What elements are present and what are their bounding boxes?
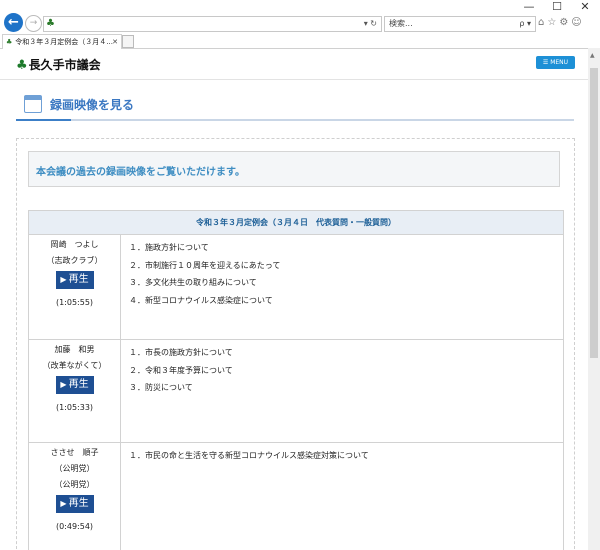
topic-item: １．市長の施政方針について — [129, 348, 233, 357]
topic-item: ３．多文化共生の取り組みについて — [129, 278, 257, 287]
video-duration: (1:05:55) — [55, 298, 94, 307]
content-box: 本会議の過去の録画映像をご覧いただけます。 令和３年３月定例会（３月４日 代表質… — [16, 138, 575, 550]
scrollbar-thumb[interactable] — [590, 68, 598, 358]
forward-arrow-icon: → — [29, 18, 38, 28]
new-tab-button[interactable] — [122, 35, 134, 48]
topic-item: ３．防災について — [129, 383, 193, 392]
play-label: 再生 — [68, 274, 89, 285]
browser-tab[interactable]: ♣ 令和３年３月定例会（３月４... ✕ — [2, 34, 122, 49]
video-duration: (1:05:33) — [55, 403, 94, 412]
topics-cell: １．市長の施政方針について ２．令和３年度予算について ３．防災について — [129, 344, 559, 397]
speaker-cell: 加藤 和男 （改革ながくて） ▶ 再生 (1:05:33) — [29, 340, 121, 442]
city-emblem-icon: ♣ — [16, 58, 28, 73]
video-table: 令和３年３月定例会（３月４日 代表質問・一般質問） 岡崎 つよし （志政クラブ）… — [28, 210, 564, 550]
navigation-bar: ← → ♣ ▾ ↻ 検索... ρ ▾ ⌂☆⚙☺ — [0, 12, 600, 34]
table-row: 加藤 和男 （改革ながくて） ▶ 再生 (1:05:33) １．市長の施政方針につ… — [28, 340, 564, 443]
tab-close-icon[interactable]: ✕ — [112, 35, 118, 49]
tab-bar: ♣ 令和３年３月定例会（３月４... ✕ — [0, 34, 600, 49]
topics-cell: １．市民の命と生活を守る新型コロナウイルス感染症対策について — [129, 447, 559, 465]
calendar-icon — [24, 95, 42, 113]
scroll-up-icon[interactable]: ▲ — [590, 52, 595, 59]
speaker-group: （公明党） — [54, 480, 95, 489]
search-icon[interactable]: ρ ▾ — [519, 17, 531, 31]
site-logo[interactable]: ♣長久手市議会 — [16, 56, 101, 73]
video-duration: (0:49:54) — [55, 522, 94, 531]
title-underline-accent — [16, 119, 71, 121]
toolbar-icons[interactable]: ⌂☆⚙☺ — [538, 16, 585, 30]
vertical-scrollbar[interactable]: ▲ — [588, 48, 600, 550]
speaker-name: 岡崎 つよし — [50, 240, 99, 249]
speaker-group: （改革ながくて） — [42, 361, 107, 370]
search-placeholder: 検索... — [389, 19, 413, 28]
speaker-name: ささせ 順子 — [50, 448, 99, 457]
play-button[interactable]: ▶ 再生 — [55, 376, 94, 394]
play-label: 再生 — [68, 379, 89, 390]
table-row: ささせ 順子 （公明党） （公明党） ▶ 再生 (0:49:54) １．市民の命と… — [28, 443, 564, 550]
topics-cell: １．施政方針について ２．市制施行１０周年を迎えるにあたって ３．多文化共生の取… — [129, 239, 559, 309]
table-header: 令和３年３月定例会（３月４日 代表質問・一般質問） — [28, 210, 564, 235]
play-button[interactable]: ▶ 再生 — [55, 495, 94, 513]
play-button[interactable]: ▶ 再生 — [55, 271, 94, 289]
topic-item: ２．令和３年度予算について — [129, 365, 233, 375]
speaker-group: （志政クラブ） — [46, 256, 103, 265]
tab-favicon-icon: ♣ — [6, 38, 13, 46]
speaker-cell: ささせ 順子 （公明党） （公明党） ▶ 再生 (0:49:54) — [29, 443, 121, 550]
site-header: ♣長久手市議会 ☰ MENU — [0, 49, 588, 80]
page-title: 録画映像を見る — [50, 98, 135, 112]
page-title-bar: 録画映像を見る — [16, 91, 574, 121]
address-controls[interactable]: ▾ ↻ — [364, 17, 377, 31]
topic-item: ４．新型コロナウイルス感染症について — [129, 295, 273, 305]
intro-panel: 本会議の過去の録画映像をご覧いただけます。 — [28, 151, 560, 187]
topic-item: ２．市制施行１０周年を迎えるにあたって — [129, 260, 281, 270]
play-label: 再生 — [68, 498, 89, 509]
address-bar[interactable]: ♣ ▾ ↻ — [43, 16, 382, 32]
tab-title: 令和３年３月定例会（３月４... — [15, 38, 113, 46]
site-favicon-icon: ♣ — [46, 18, 55, 29]
table-row: 岡崎 つよし （志政クラブ） ▶ 再生 (1:05:55) １．施政方針について … — [28, 235, 564, 340]
play-icon: ▶ — [60, 380, 67, 389]
page-content: ♣長久手市議会 ☰ MENU 録画映像を見る 本会議の過去の録画映像をご覧いただ… — [0, 49, 588, 550]
intro-text: 本会議の過去の録画映像をご覧いただけます。 — [36, 167, 245, 178]
play-icon: ▶ — [60, 499, 67, 508]
play-icon: ▶ — [60, 275, 67, 284]
speaker-group: （公明党） — [54, 464, 95, 473]
topic-item: １．施政方針について — [129, 243, 209, 252]
site-logo-text: 長久手市議会 — [28, 58, 101, 72]
speaker-cell: 岡崎 つよし （志政クラブ） ▶ 再生 (1:05:55) — [29, 235, 121, 339]
forward-button[interactable]: → — [25, 15, 42, 32]
menu-button[interactable]: ☰ MENU — [536, 56, 575, 69]
back-arrow-icon: ← — [8, 15, 19, 30]
topic-item: １．市民の命と生活を守る新型コロナウイルス感染症対策について — [129, 451, 369, 460]
menu-label: MENU — [550, 59, 569, 66]
search-box[interactable]: 検索... ρ ▾ — [384, 16, 536, 32]
back-button[interactable]: ← — [4, 13, 23, 32]
speaker-name: 加藤 和男 — [54, 345, 95, 354]
